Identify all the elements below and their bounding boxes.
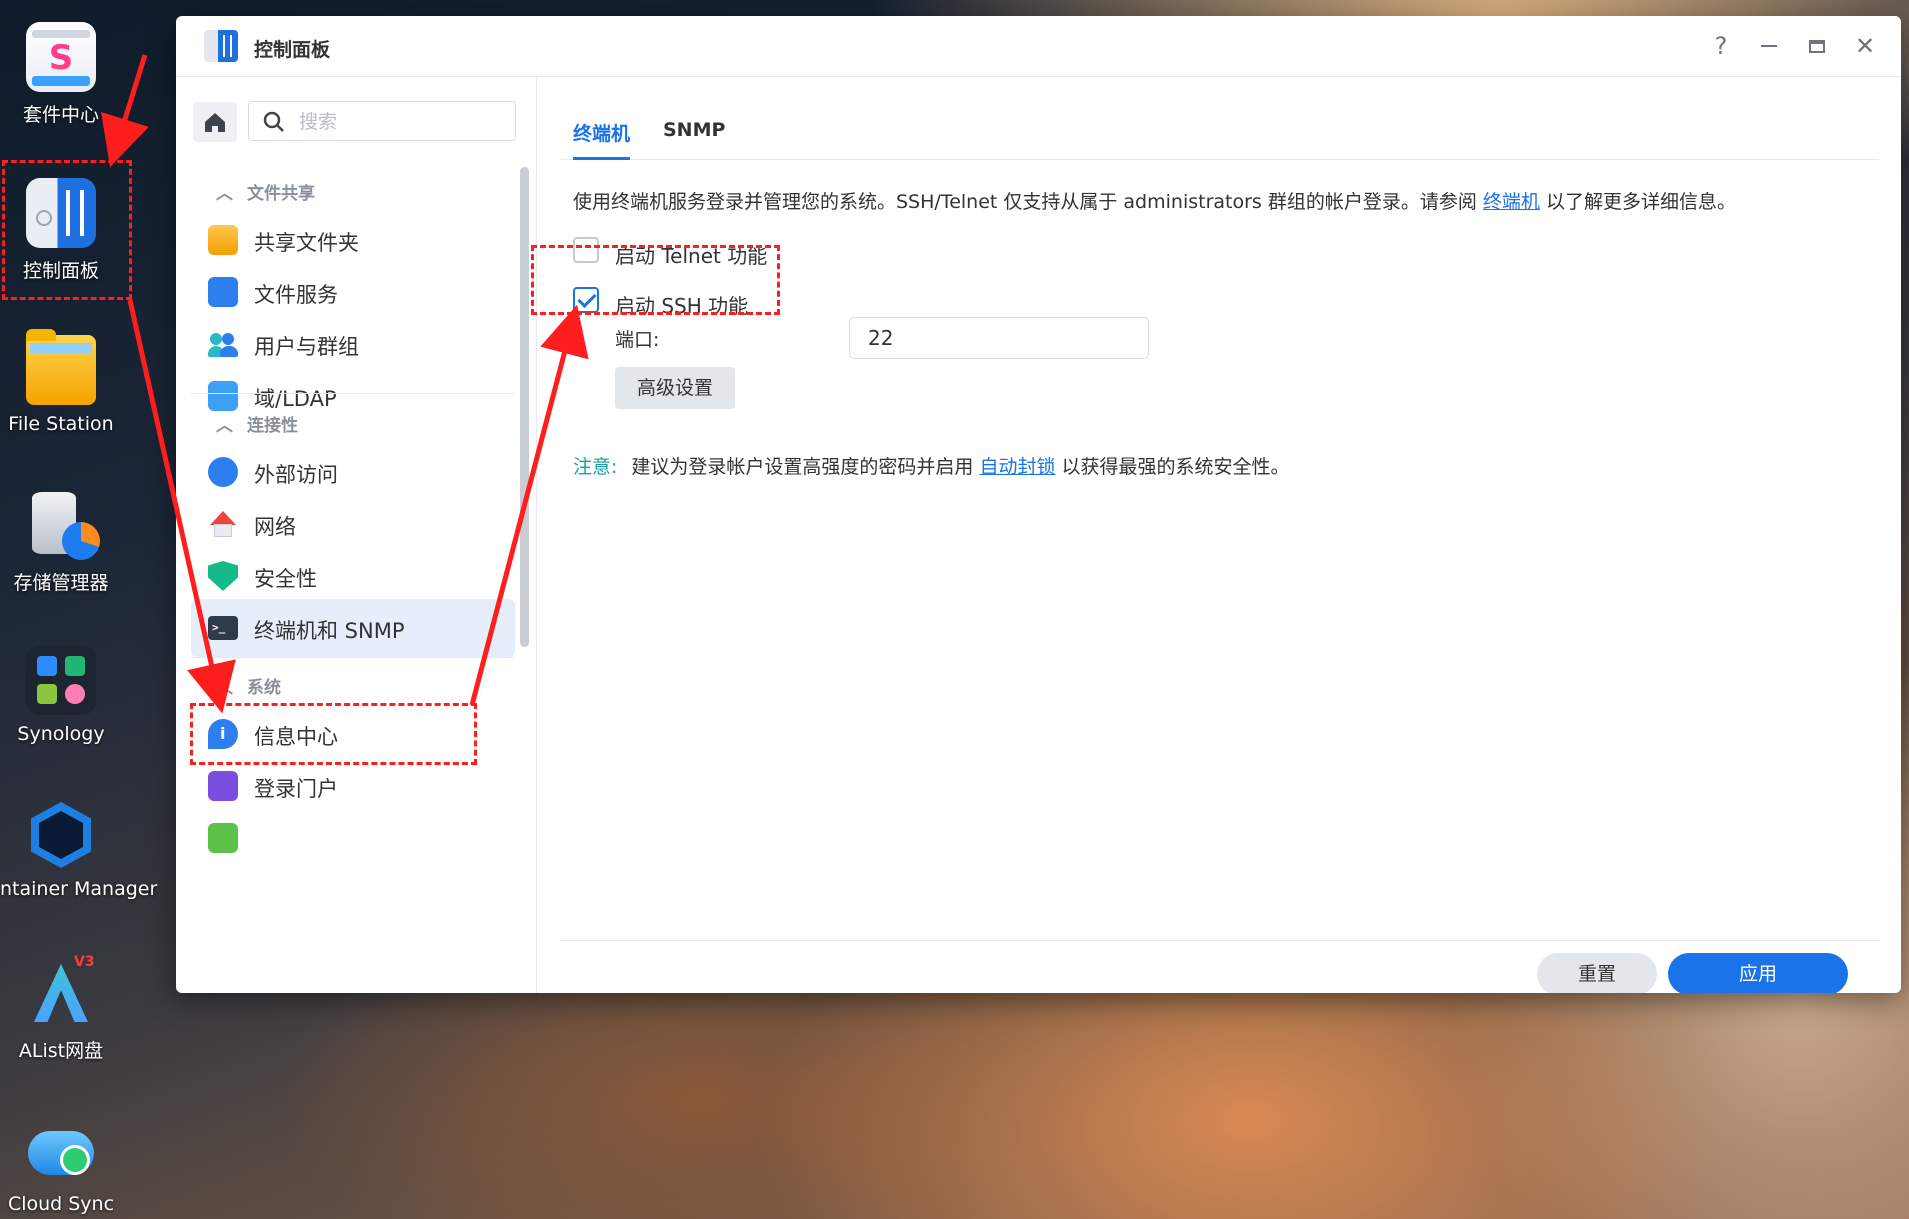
file-services-icon	[208, 277, 238, 307]
chevron-up-icon: ︿	[216, 184, 233, 204]
container-manager-icon	[26, 800, 96, 870]
annotation-box-control-panel	[2, 160, 132, 300]
minimize-button[interactable]	[1755, 32, 1783, 60]
sidebar-item-external-access[interactable]: 外部访问	[191, 443, 515, 501]
search-input[interactable]	[297, 108, 501, 136]
sidebar-item-file-services[interactable]: 文件服务	[191, 263, 515, 321]
tab-divider	[561, 159, 1879, 160]
maximize-button[interactable]	[1803, 32, 1831, 60]
alist-icon: V3	[26, 954, 96, 1028]
desktop-icon-file-station[interactable]: File Station	[0, 329, 122, 435]
group-label: 系统	[247, 678, 281, 698]
sidebar-item-login-portal[interactable]: 登录门户	[191, 757, 515, 815]
divider	[191, 657, 515, 658]
group-header-system[interactable]: ︿ 系统	[216, 673, 281, 698]
sidebar-item-security[interactable]: 安全性	[191, 547, 515, 605]
chevron-up-icon: ︿	[216, 416, 233, 436]
sidebar-item-partial[interactable]	[191, 809, 515, 867]
sidebar-scrollbar[interactable]	[520, 167, 529, 647]
window-title: 控制面板	[254, 39, 331, 61]
note-text: 以获得最强的系统安全性。	[1055, 456, 1290, 478]
sidebar-item-terminal-snmp[interactable]: >_ 终端机和 SNMP	[191, 599, 515, 657]
desktop-icon-synology[interactable]: Synology	[0, 645, 122, 745]
search-icon	[263, 111, 284, 132]
chevron-up-icon: ︿	[216, 678, 233, 698]
cloud-sync-icon	[26, 1115, 96, 1185]
divider	[191, 393, 515, 394]
shield-icon	[208, 561, 238, 591]
domain-ldap-icon	[208, 381, 238, 411]
desktop-icon-alist[interactable]: V3 AList网盘	[0, 954, 122, 1063]
group-label: 连接性	[247, 416, 298, 436]
sidebar-item-users-groups[interactable]: 用户与群组	[191, 315, 515, 373]
users-icon	[208, 329, 238, 359]
main-content: 终端机 SNMP 使用终端机服务登录并管理您的系统。SSH/Telnet 仅支持…	[537, 77, 1901, 993]
folder-icon	[26, 329, 96, 405]
region-icon	[208, 823, 238, 853]
note-tag: 注意:	[573, 456, 618, 478]
port-input[interactable]	[849, 317, 1149, 359]
terminal-icon: >_	[208, 616, 238, 640]
annotation-box-ssh	[531, 245, 780, 315]
desktop-icon-label: ntainer Manager	[0, 878, 158, 900]
apply-button[interactable]: 应用	[1668, 953, 1848, 993]
control-panel-window: 控制面板 ? ✕ ︿ 文件共享 共享文件夹	[176, 16, 1901, 993]
desktop-icon-package-center[interactable]: S 套件中心	[0, 22, 122, 127]
home-button[interactable]	[193, 102, 237, 142]
title-bar: 控制面板 ? ✕	[176, 16, 1901, 77]
package-center-icon: S	[26, 22, 96, 92]
network-home-icon	[208, 509, 238, 539]
security-note: 注意: 建议为登录帐户设置高强度的密码并启用 自动封锁 以获得最强的系统安全性。	[573, 452, 1290, 479]
search-box[interactable]	[248, 101, 516, 141]
tab-snmp[interactable]: SNMP	[663, 119, 725, 141]
sidebar-item-label: 外部访问	[254, 463, 338, 487]
login-portal-icon	[208, 771, 238, 801]
desktop-icon-label: Cloud Sync	[7, 1193, 115, 1215]
sidebar-item-label: 共享文件夹	[254, 231, 359, 255]
desktop-icon-storage-manager[interactable]: 存储管理器	[0, 490, 122, 595]
sidebar-item-label: 用户与群组	[254, 335, 359, 359]
external-access-icon	[208, 457, 238, 487]
active-tab-indicator	[573, 157, 630, 160]
sidebar-item-network[interactable]: 网络	[191, 495, 515, 553]
storage-manager-icon	[26, 490, 100, 560]
home-icon	[205, 113, 225, 132]
terminal-help-link[interactable]: 终端机	[1483, 191, 1540, 213]
sidebar-item-label: 网络	[254, 515, 296, 539]
desktop-icon-label: 存储管理器	[13, 572, 109, 594]
tab-terminal[interactable]: 终端机	[573, 119, 630, 146]
sidebar-item-shared-folder[interactable]: 共享文件夹	[191, 211, 515, 269]
help-button[interactable]: ?	[1707, 32, 1735, 60]
desktop-icon-cloud-sync[interactable]: Cloud Sync	[0, 1115, 122, 1215]
description-text: 以了解更多详细信息。	[1539, 191, 1736, 213]
synology-apps-icon	[26, 645, 96, 715]
desktop-icon-container-manager[interactable]: ntainer Manager	[0, 800, 158, 900]
desktop-icon-label: 套件中心	[22, 104, 99, 126]
sidebar-item-label: 终端机和 SNMP	[254, 619, 405, 643]
control-panel-icon	[204, 30, 238, 62]
note-text: 建议为登录帐户设置高强度的密码并启用	[631, 456, 980, 478]
group-label: 文件共享	[247, 184, 315, 204]
sidebar-item-label: 登录门户	[254, 777, 338, 801]
advanced-settings-button[interactable]: 高级设置	[615, 367, 735, 409]
group-header-connectivity[interactable]: ︿ 连接性	[216, 411, 298, 436]
sidebar-item-label: 文件服务	[254, 283, 338, 307]
reset-button[interactable]: 重置	[1537, 953, 1657, 993]
sidebar-item-label: 域/LDAP	[254, 387, 337, 411]
description-text: 使用终端机服务登录并管理您的系统。SSH/Telnet 仅支持从属于 admin…	[573, 191, 1483, 213]
close-button[interactable]: ✕	[1851, 32, 1879, 60]
footer-divider	[561, 940, 1879, 941]
shared-folder-icon	[208, 225, 238, 255]
desktop-icon-label: AList网盘	[18, 1040, 104, 1062]
auto-block-link[interactable]: 自动封锁	[979, 456, 1055, 478]
annotation-box-terminal-snmp	[190, 703, 477, 765]
port-label: 端口:	[615, 329, 660, 351]
sidebar: ︿ 文件共享 共享文件夹 文件服务 用户与群组 域/LDAP ︿ 连接性	[176, 77, 537, 993]
terminal-description: 使用终端机服务登录并管理您的系统。SSH/Telnet 仅支持从属于 admin…	[573, 187, 1736, 214]
desktop-icon-label: Synology	[17, 723, 105, 745]
desktop-icon-label: File Station	[8, 413, 114, 435]
sidebar-item-label: 安全性	[254, 567, 317, 591]
group-header-file-sharing[interactable]: ︿ 文件共享	[216, 179, 315, 204]
